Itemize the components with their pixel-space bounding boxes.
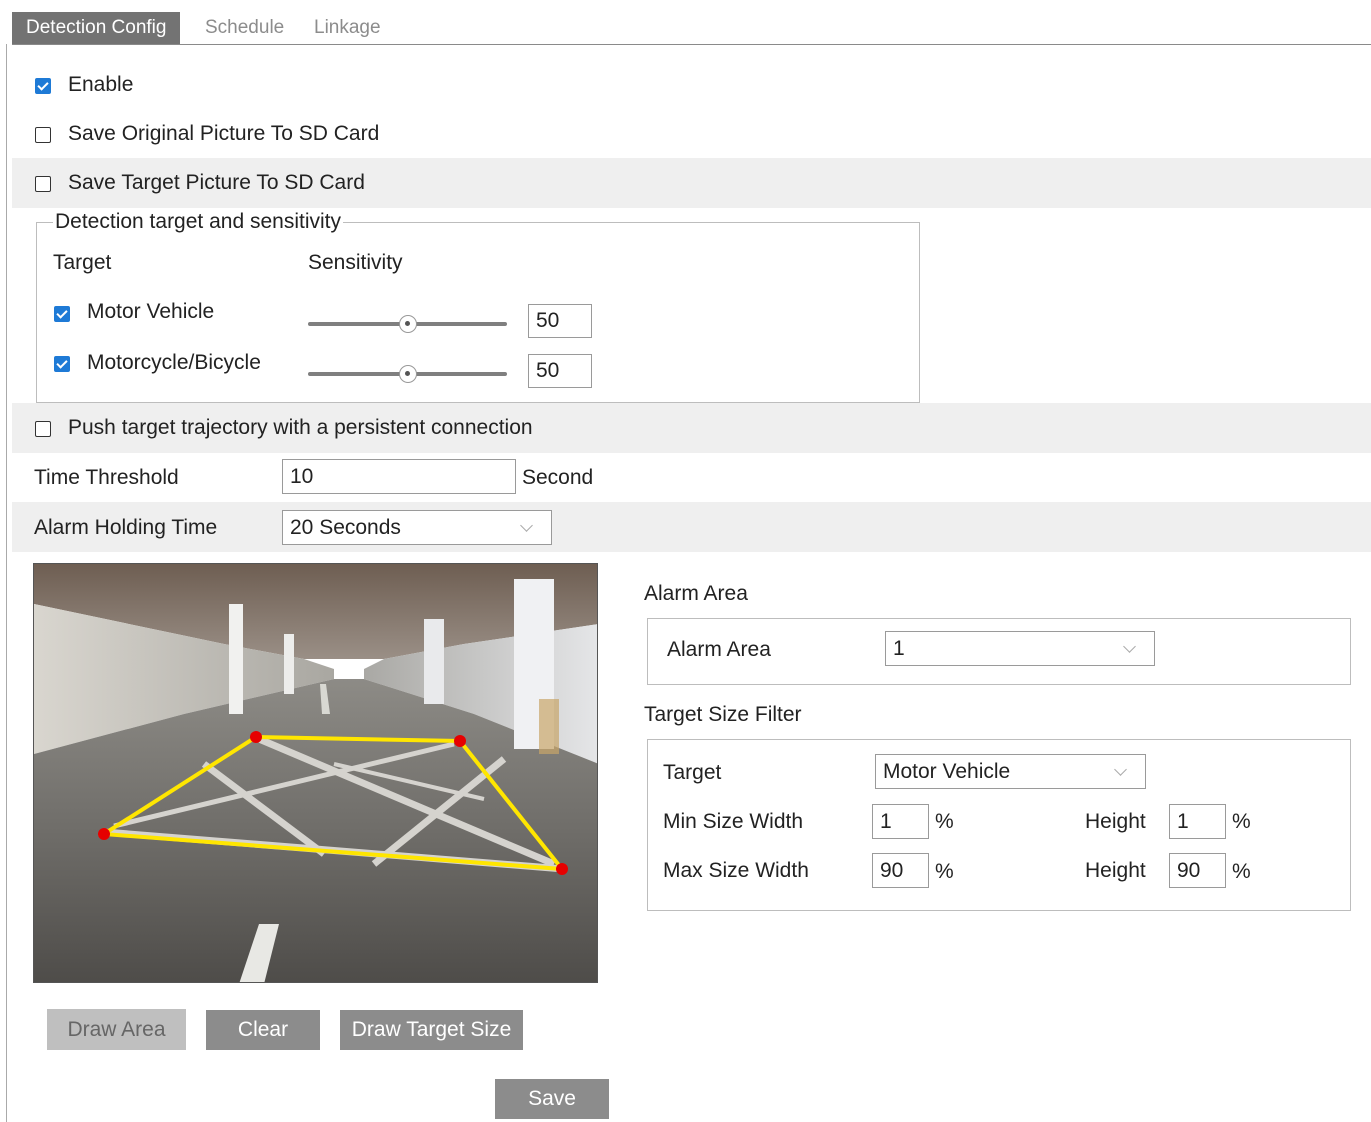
min-width-label: Min Size Width: [663, 810, 804, 833]
max-width-label: Max Size Width: [663, 859, 809, 882]
motor-vehicle-checkbox[interactable]: [54, 306, 70, 322]
percent-label: %: [1232, 860, 1251, 883]
motor-vehicle-label: Motor Vehicle: [87, 300, 215, 323]
percent-label: %: [1232, 810, 1251, 833]
clear-button[interactable]: Clear: [206, 1010, 320, 1050]
parking-garage-image: [34, 564, 597, 982]
percent-label: %: [935, 810, 954, 833]
alarm-area-value: 1: [893, 637, 905, 660]
tab-schedule[interactable]: Schedule: [205, 12, 284, 44]
save-target-checkbox[interactable]: [35, 176, 51, 192]
tab-linkage[interactable]: Linkage: [314, 12, 381, 44]
motorcycle-bicycle-slider-thumb[interactable]: [399, 365, 417, 383]
time-threshold-input[interactable]: [282, 459, 516, 494]
area-handle: [98, 828, 110, 840]
sensitivity-header: Sensitivity: [308, 251, 403, 274]
tab-bar: Detection Config Schedule Linkage: [12, 6, 1371, 45]
area-handle: [454, 735, 466, 747]
alarm-holding-value: 20 Seconds: [290, 516, 401, 539]
draw-area-button[interactable]: Draw Area: [47, 1009, 186, 1050]
motorcycle-bicycle-sensitivity-input[interactable]: [528, 354, 592, 388]
alarm-area-section-title: Alarm Area: [644, 582, 748, 605]
size-filter-target-value: Motor Vehicle: [883, 760, 1011, 783]
motorcycle-bicycle-checkbox[interactable]: [54, 356, 70, 372]
size-filter-target-label: Target: [663, 761, 722, 784]
save-original-label: Save Original Picture To SD Card: [68, 122, 380, 145]
area-handle: [250, 731, 262, 743]
alarm-holding-select[interactable]: 20 Seconds: [282, 510, 552, 545]
detection-legend: Detection target and sensitivity: [53, 210, 343, 234]
alarm-holding-label: Alarm Holding Time: [34, 516, 218, 539]
max-width-input[interactable]: [872, 853, 929, 888]
save-original-checkbox[interactable]: [35, 127, 51, 143]
tab-detection-config[interactable]: Detection Config: [12, 12, 181, 44]
time-threshold-unit: Second: [522, 466, 594, 489]
save-button[interactable]: Save: [495, 1079, 609, 1119]
target-header: Target: [53, 251, 112, 274]
camera-preview[interactable]: [33, 563, 598, 983]
max-height-label: Height: [1085, 859, 1146, 882]
min-height-input[interactable]: [1169, 804, 1226, 839]
frame-border: [6, 44, 7, 1122]
alarm-area-label: Alarm Area: [667, 638, 771, 661]
size-filter-target-select[interactable]: Motor Vehicle: [875, 754, 1146, 789]
motorcycle-bicycle-label: Motorcycle/Bicycle: [87, 351, 261, 374]
chevron-down-icon: [1123, 640, 1136, 653]
motor-vehicle-slider-thumb[interactable]: [399, 315, 417, 333]
min-height-label: Height: [1085, 810, 1146, 833]
save-target-label: Save Target Picture To SD Card: [68, 171, 365, 194]
push-trajectory-checkbox[interactable]: [35, 421, 51, 437]
draw-target-size-button[interactable]: Draw Target Size: [340, 1010, 523, 1050]
max-height-input[interactable]: [1169, 853, 1226, 888]
percent-label: %: [935, 860, 954, 883]
chevron-down-icon: [1114, 763, 1127, 776]
chevron-down-icon: [520, 519, 533, 532]
min-width-input[interactable]: [872, 804, 929, 839]
push-trajectory-label: Push target trajectory with a persistent…: [68, 416, 533, 439]
size-filter-section-title: Target Size Filter: [644, 703, 802, 726]
motor-vehicle-sensitivity-input[interactable]: [528, 304, 592, 338]
enable-label: Enable: [68, 73, 134, 96]
time-threshold-label: Time Threshold: [34, 466, 179, 489]
alarm-area-select[interactable]: 1: [885, 631, 1155, 666]
enable-checkbox[interactable]: [35, 78, 51, 94]
area-handle: [556, 863, 568, 875]
